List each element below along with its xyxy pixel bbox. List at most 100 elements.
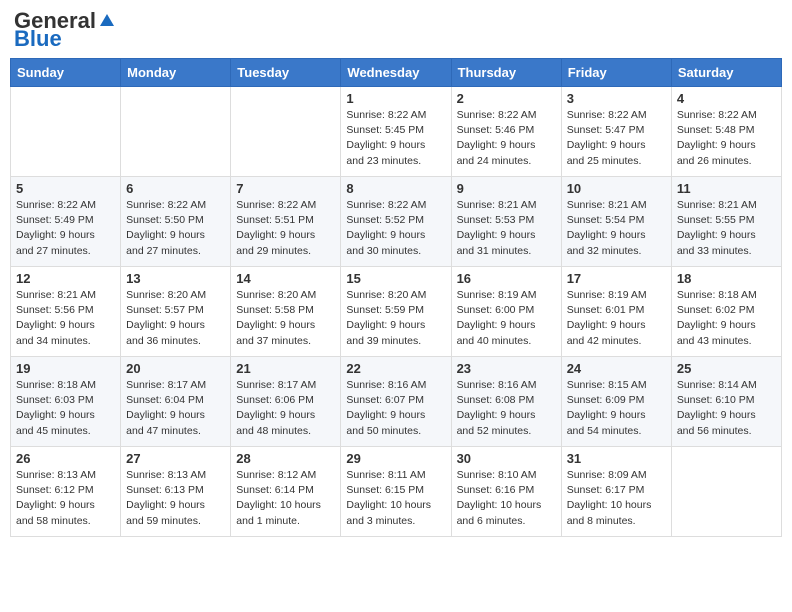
day-number: 21 — [236, 361, 335, 376]
calendar-cell: 13Sunrise: 8:20 AM Sunset: 5:57 PM Dayli… — [121, 267, 231, 357]
day-number: 13 — [126, 271, 225, 286]
day-number: 20 — [126, 361, 225, 376]
calendar-cell: 3 Sunrise: 8:22 AM Sunset: 5:47 PM Daylig… — [561, 87, 671, 177]
day-number: 5 — [16, 181, 115, 196]
col-header-sunday: Sunday — [11, 59, 121, 87]
day-info: Sunrise: 8:09 AM Sunset: 6:17 PM Dayligh… — [567, 468, 666, 529]
logo-blue-text: Blue — [14, 28, 62, 50]
day-info: Sunrise: 8:10 AM Sunset: 6:16 PM Dayligh… — [457, 468, 556, 529]
day-number: 10 — [567, 181, 666, 196]
day-info: Sunrise: 8:16 AM Sunset: 6:08 PM Dayligh… — [457, 378, 556, 439]
day-info: Sunrise: 8:20 AM Sunset: 5:58 PM Dayligh… — [236, 288, 335, 349]
day-info: Sunrise: 8:22 AM Sunset: 5:50 PM Dayligh… — [126, 198, 225, 259]
calendar-week-row: 1 Sunrise: 8:22 AM Sunset: 5:45 PM Daylig… — [11, 87, 782, 177]
day-number: 28 — [236, 451, 335, 466]
day-info: Sunrise: 8:20 AM Sunset: 5:59 PM Dayligh… — [346, 288, 445, 349]
calendar-cell: 28 Sunrise: 8:12 AM Sunset: 6:14 PM Dayli… — [231, 447, 341, 537]
col-header-wednesday: Wednesday — [341, 59, 451, 87]
calendar-cell — [671, 447, 781, 537]
day-number: 17 — [567, 271, 666, 286]
calendar-week-row: 26Sunrise: 8:13 AM Sunset: 6:12 PM Dayli… — [11, 447, 782, 537]
day-number: 8 — [346, 181, 445, 196]
logo-icon — [98, 12, 116, 30]
calendar-cell: 30 Sunrise: 8:10 AM Sunset: 6:16 PM Dayli… — [451, 447, 561, 537]
calendar-week-row: 5 Sunrise: 8:22 AM Sunset: 5:49 PM Daylig… — [11, 177, 782, 267]
calendar-cell: 2 Sunrise: 8:22 AM Sunset: 5:46 PM Daylig… — [451, 87, 561, 177]
col-header-saturday: Saturday — [671, 59, 781, 87]
day-info: Sunrise: 8:15 AM Sunset: 6:09 PM Dayligh… — [567, 378, 666, 439]
calendar-cell: 20 Sunrise: 8:17 AM Sunset: 6:04 PM Dayli… — [121, 357, 231, 447]
day-info: Sunrise: 8:22 AM Sunset: 5:45 PM Dayligh… — [346, 108, 445, 169]
day-number: 26 — [16, 451, 115, 466]
day-number: 7 — [236, 181, 335, 196]
calendar-week-row: 19 Sunrise: 8:18 AM Sunset: 6:03 PM Dayli… — [11, 357, 782, 447]
day-info: Sunrise: 8:22 AM Sunset: 5:47 PM Dayligh… — [567, 108, 666, 169]
calendar-cell: 27 Sunrise: 8:13 AM Sunset: 6:13 PM Dayli… — [121, 447, 231, 537]
calendar-cell: 31 Sunrise: 8:09 AM Sunset: 6:17 PM Dayli… — [561, 447, 671, 537]
day-number: 19 — [16, 361, 115, 376]
calendar-cell — [121, 87, 231, 177]
day-number: 23 — [457, 361, 556, 376]
calendar-cell: 6 Sunrise: 8:22 AM Sunset: 5:50 PM Daylig… — [121, 177, 231, 267]
day-number: 18 — [677, 271, 776, 286]
day-info: Sunrise: 8:21 AM Sunset: 5:56 PM Dayligh… — [16, 288, 115, 349]
day-info: Sunrise: 8:22 AM Sunset: 5:52 PM Dayligh… — [346, 198, 445, 259]
calendar-cell: 8 Sunrise: 8:22 AM Sunset: 5:52 PM Daylig… — [341, 177, 451, 267]
day-info: Sunrise: 8:18 AM Sunset: 6:02 PM Dayligh… — [677, 288, 776, 349]
day-info: Sunrise: 8:17 AM Sunset: 6:04 PM Dayligh… — [126, 378, 225, 439]
calendar-cell: 24 Sunrise: 8:15 AM Sunset: 6:09 PM Dayli… — [561, 357, 671, 447]
calendar-cell: 18 Sunrise: 8:18 AM Sunset: 6:02 PM Dayli… — [671, 267, 781, 357]
col-header-tuesday: Tuesday — [231, 59, 341, 87]
day-number: 2 — [457, 91, 556, 106]
day-info: Sunrise: 8:19 AM Sunset: 6:01 PM Dayligh… — [567, 288, 666, 349]
day-info: Sunrise: 8:14 AM Sunset: 6:10 PM Dayligh… — [677, 378, 776, 439]
calendar-cell: 16 Sunrise: 8:19 AM Sunset: 6:00 PM Dayli… — [451, 267, 561, 357]
calendar-cell: 10Sunrise: 8:21 AM Sunset: 5:54 PM Dayli… — [561, 177, 671, 267]
calendar-cell: 29 Sunrise: 8:11 AM Sunset: 6:15 PM Dayli… — [341, 447, 451, 537]
calendar-cell: 12Sunrise: 8:21 AM Sunset: 5:56 PM Dayli… — [11, 267, 121, 357]
calendar-cell: 11Sunrise: 8:21 AM Sunset: 5:55 PM Dayli… — [671, 177, 781, 267]
calendar-cell: 17 Sunrise: 8:19 AM Sunset: 6:01 PM Dayli… — [561, 267, 671, 357]
calendar-cell: 1 Sunrise: 8:22 AM Sunset: 5:45 PM Daylig… — [341, 87, 451, 177]
day-info: Sunrise: 8:17 AM Sunset: 6:06 PM Dayligh… — [236, 378, 335, 439]
calendar-cell: 4Sunrise: 8:22 AM Sunset: 5:48 PM Daylig… — [671, 87, 781, 177]
calendar-cell: 14Sunrise: 8:20 AM Sunset: 5:58 PM Dayli… — [231, 267, 341, 357]
day-info: Sunrise: 8:22 AM Sunset: 5:51 PM Dayligh… — [236, 198, 335, 259]
day-info: Sunrise: 8:21 AM Sunset: 5:55 PM Dayligh… — [677, 198, 776, 259]
calendar-cell: 7 Sunrise: 8:22 AM Sunset: 5:51 PM Daylig… — [231, 177, 341, 267]
day-number: 3 — [567, 91, 666, 106]
calendar-cell: 15Sunrise: 8:20 AM Sunset: 5:59 PM Dayli… — [341, 267, 451, 357]
calendar-table: SundayMondayTuesdayWednesdayThursdayFrid… — [10, 58, 782, 537]
col-header-thursday: Thursday — [451, 59, 561, 87]
calendar-cell: 23 Sunrise: 8:16 AM Sunset: 6:08 PM Dayli… — [451, 357, 561, 447]
day-info: Sunrise: 8:19 AM Sunset: 6:00 PM Dayligh… — [457, 288, 556, 349]
day-number: 27 — [126, 451, 225, 466]
day-number: 29 — [346, 451, 445, 466]
col-header-friday: Friday — [561, 59, 671, 87]
day-info: Sunrise: 8:11 AM Sunset: 6:15 PM Dayligh… — [346, 468, 445, 529]
day-number: 24 — [567, 361, 666, 376]
day-number: 31 — [567, 451, 666, 466]
calendar-header-row: SundayMondayTuesdayWednesdayThursdayFrid… — [11, 59, 782, 87]
calendar-cell: 9 Sunrise: 8:21 AM Sunset: 5:53 PM Daylig… — [451, 177, 561, 267]
day-number: 1 — [346, 91, 445, 106]
day-number: 16 — [457, 271, 556, 286]
day-number: 30 — [457, 451, 556, 466]
day-number: 22 — [346, 361, 445, 376]
day-info: Sunrise: 8:13 AM Sunset: 6:13 PM Dayligh… — [126, 468, 225, 529]
calendar-cell: 21 Sunrise: 8:17 AM Sunset: 6:06 PM Dayli… — [231, 357, 341, 447]
calendar-cell: 25Sunrise: 8:14 AM Sunset: 6:10 PM Dayli… — [671, 357, 781, 447]
day-info: Sunrise: 8:22 AM Sunset: 5:46 PM Dayligh… — [457, 108, 556, 169]
calendar-cell: 22 Sunrise: 8:16 AM Sunset: 6:07 PM Dayli… — [341, 357, 451, 447]
day-number: 4 — [677, 91, 776, 106]
day-info: Sunrise: 8:18 AM Sunset: 6:03 PM Dayligh… — [16, 378, 115, 439]
day-info: Sunrise: 8:12 AM Sunset: 6:14 PM Dayligh… — [236, 468, 335, 529]
logo: General Blue — [14, 10, 116, 50]
day-info: Sunrise: 8:16 AM Sunset: 6:07 PM Dayligh… — [346, 378, 445, 439]
day-info: Sunrise: 8:22 AM Sunset: 5:49 PM Dayligh… — [16, 198, 115, 259]
calendar-cell: 26Sunrise: 8:13 AM Sunset: 6:12 PM Dayli… — [11, 447, 121, 537]
day-number: 9 — [457, 181, 556, 196]
day-number: 6 — [126, 181, 225, 196]
calendar-cell: 5 Sunrise: 8:22 AM Sunset: 5:49 PM Daylig… — [11, 177, 121, 267]
day-info: Sunrise: 8:21 AM Sunset: 5:53 PM Dayligh… — [457, 198, 556, 259]
